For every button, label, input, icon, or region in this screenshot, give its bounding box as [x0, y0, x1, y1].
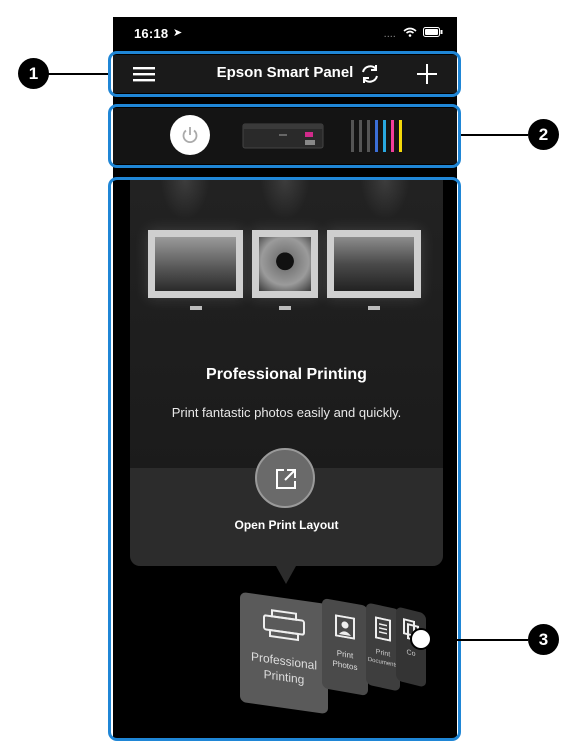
battery-icon	[423, 27, 443, 37]
status-time: 16:18	[134, 26, 169, 41]
callout-marker-3: 3	[528, 624, 559, 655]
location-icon: ➤	[173, 27, 183, 39]
status-icons: ....	[384, 27, 443, 40]
callout-leader-1	[48, 73, 108, 75]
callout-leader-3	[430, 639, 528, 641]
status-bar: 16:18 ➤ ....	[113, 17, 457, 53]
highlight-box-2	[108, 104, 461, 168]
wifi-icon	[403, 27, 417, 37]
highlight-box-3	[108, 177, 461, 741]
highlight-box-1	[108, 51, 461, 97]
callout-leader-2	[461, 134, 528, 136]
callout-marker-1: 1	[18, 58, 49, 89]
signal-dots: ....	[383, 28, 396, 40]
callout-marker-2: 2	[528, 119, 559, 150]
callout-target-dot	[410, 628, 432, 650]
